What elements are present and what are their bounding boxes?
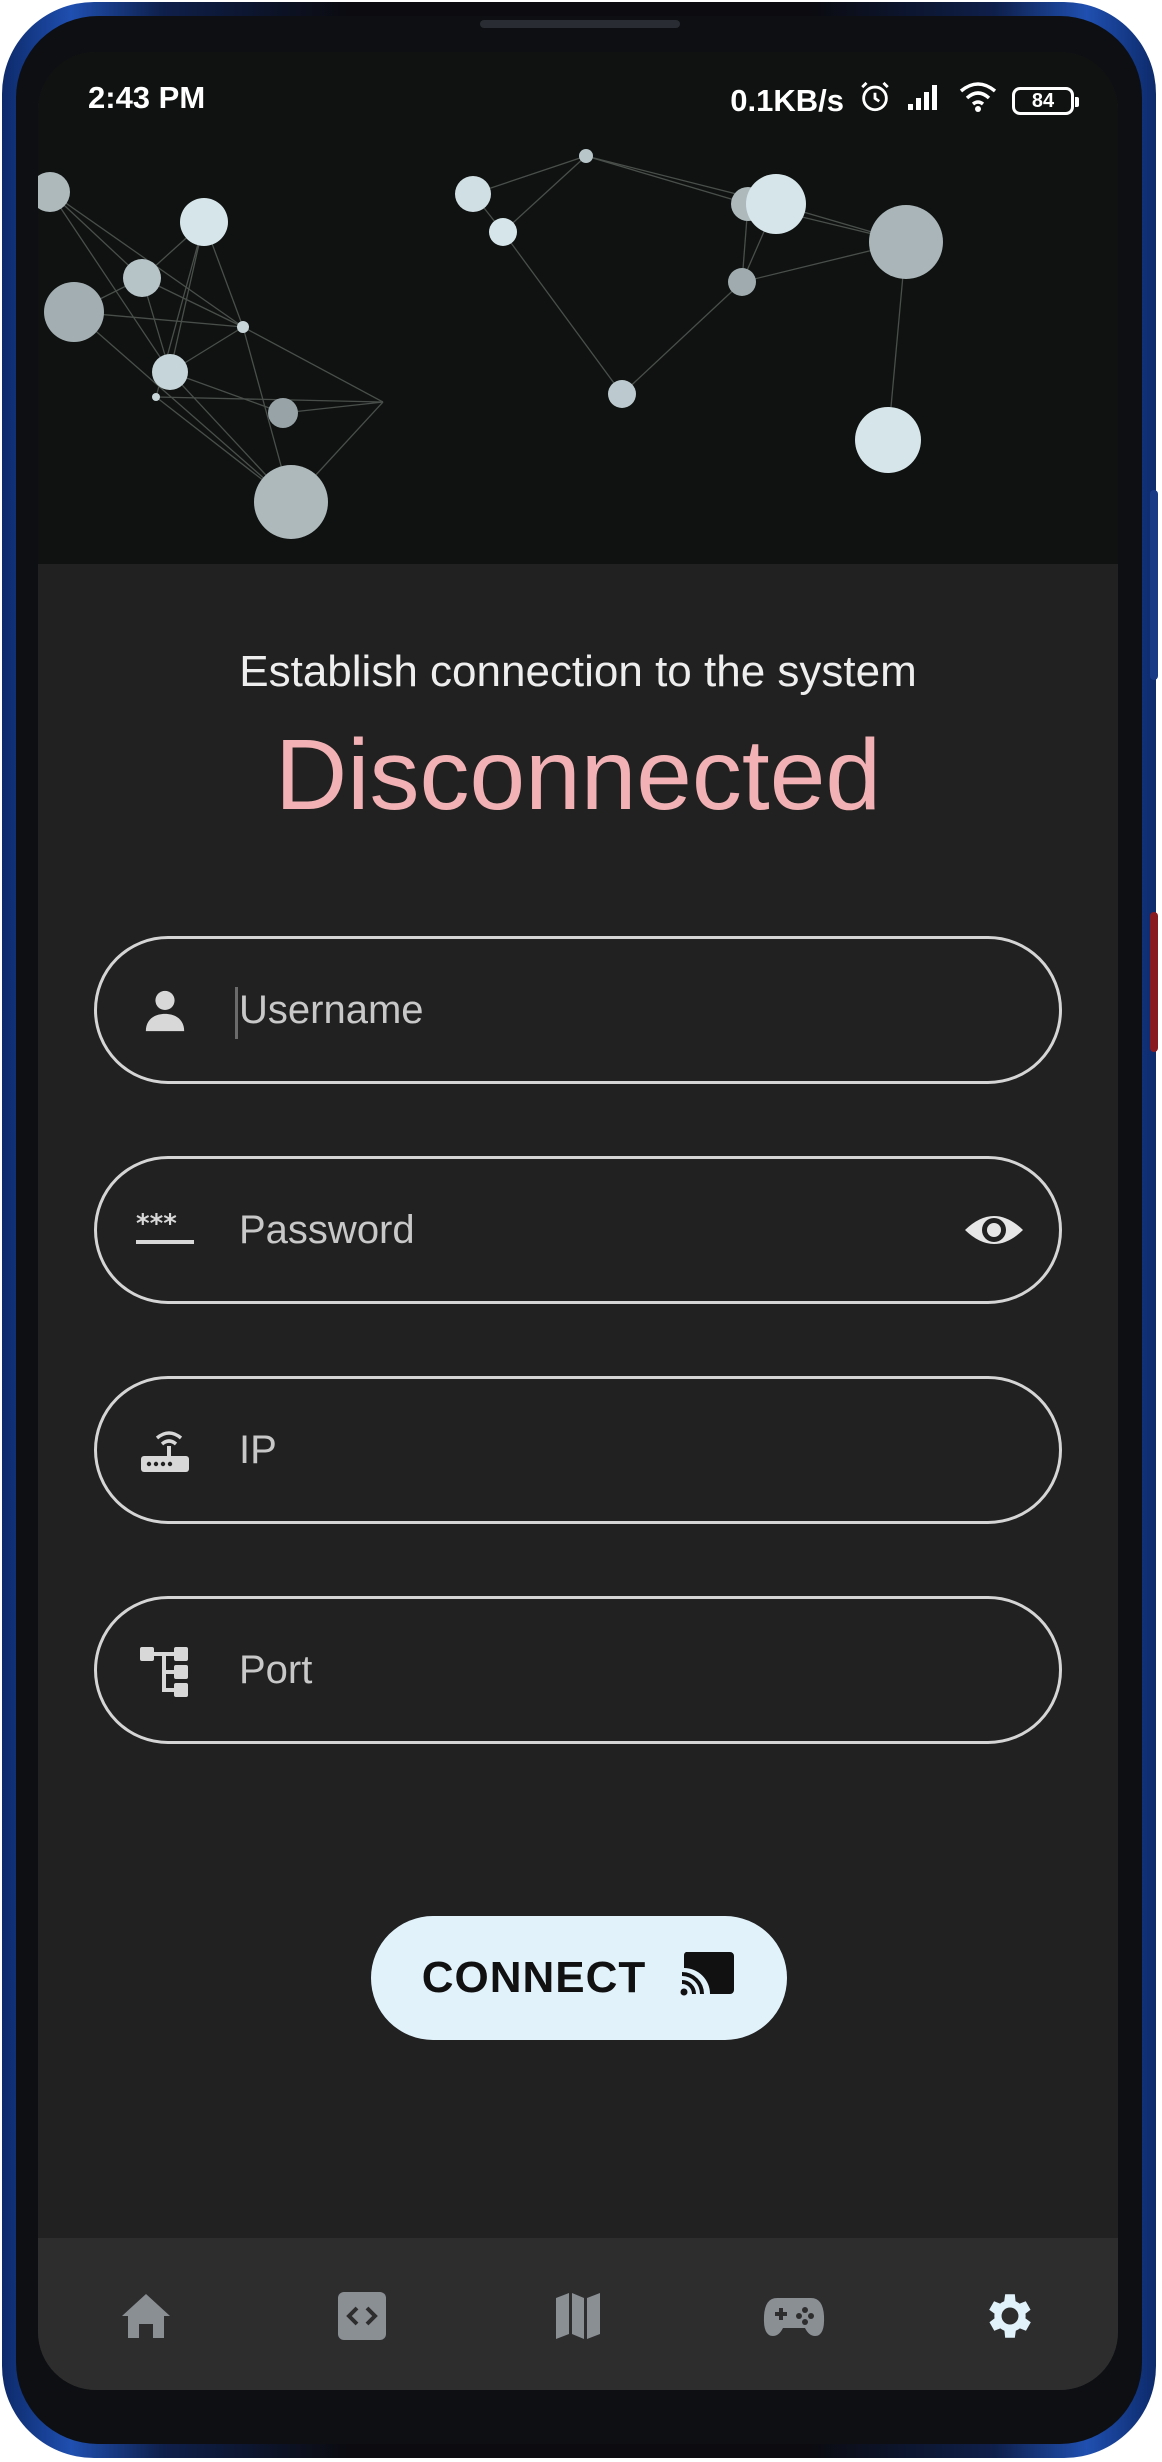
code-icon [336, 2290, 388, 2346]
connection-status: Disconnected [275, 719, 881, 831]
gamepad-icon [763, 2294, 825, 2342]
home-icon [120, 2290, 172, 2346]
page-subtitle: Establish connection to the system [239, 647, 917, 696]
power-button [1150, 912, 1158, 1052]
nav-code[interactable] [312, 2268, 412, 2368]
ip-input[interactable] [239, 1379, 939, 1521]
username-input[interactable] [239, 939, 939, 1081]
connect-button[interactable]: CONNECT [371, 1916, 787, 2040]
password-dots-icon: *** [135, 1200, 195, 1260]
wifi-icon [958, 81, 998, 121]
ip-field[interactable] [94, 1376, 1062, 1524]
nav-gamepad[interactable] [744, 2268, 844, 2368]
eye-icon[interactable] [959, 1195, 1029, 1265]
port-field[interactable] [94, 1596, 1062, 1744]
router-icon [135, 1420, 195, 1480]
status-indicators: 0.1KB/s 84 [730, 80, 1079, 122]
earpiece-speaker [480, 20, 680, 28]
password-input[interactable] [239, 1159, 939, 1301]
network-tree-icon [135, 1640, 195, 1700]
battery-icon: 84 [1012, 87, 1079, 115]
nav-map[interactable] [528, 2268, 628, 2368]
signal-icon [906, 82, 944, 120]
nav-settings[interactable] [960, 2268, 1060, 2368]
status-bar: 2:43 PM 0.1KB/s 84 [38, 52, 1118, 152]
connect-label: CONNECT [421, 1953, 647, 2002]
map-icon [552, 2290, 604, 2346]
username-field[interactable] [94, 936, 1062, 1084]
gear-icon [981, 2287, 1039, 2349]
bottom-navigation [38, 2238, 1118, 2390]
text-caret [235, 987, 238, 1039]
app-screen: 2:43 PM 0.1KB/s 84 Establish connection … [38, 52, 1118, 2390]
port-input[interactable] [239, 1599, 939, 1741]
password-field[interactable]: *** [94, 1156, 1062, 1304]
person-icon [135, 980, 195, 1040]
net-speed: 0.1KB/s [730, 83, 844, 118]
svg-text:***: *** [136, 1210, 177, 1239]
volume-button [1150, 490, 1158, 680]
status-time: 2:43 PM [88, 80, 206, 115]
cast-icon [680, 1950, 736, 2007]
alarm-icon [858, 80, 892, 122]
nav-home[interactable] [96, 2268, 196, 2368]
